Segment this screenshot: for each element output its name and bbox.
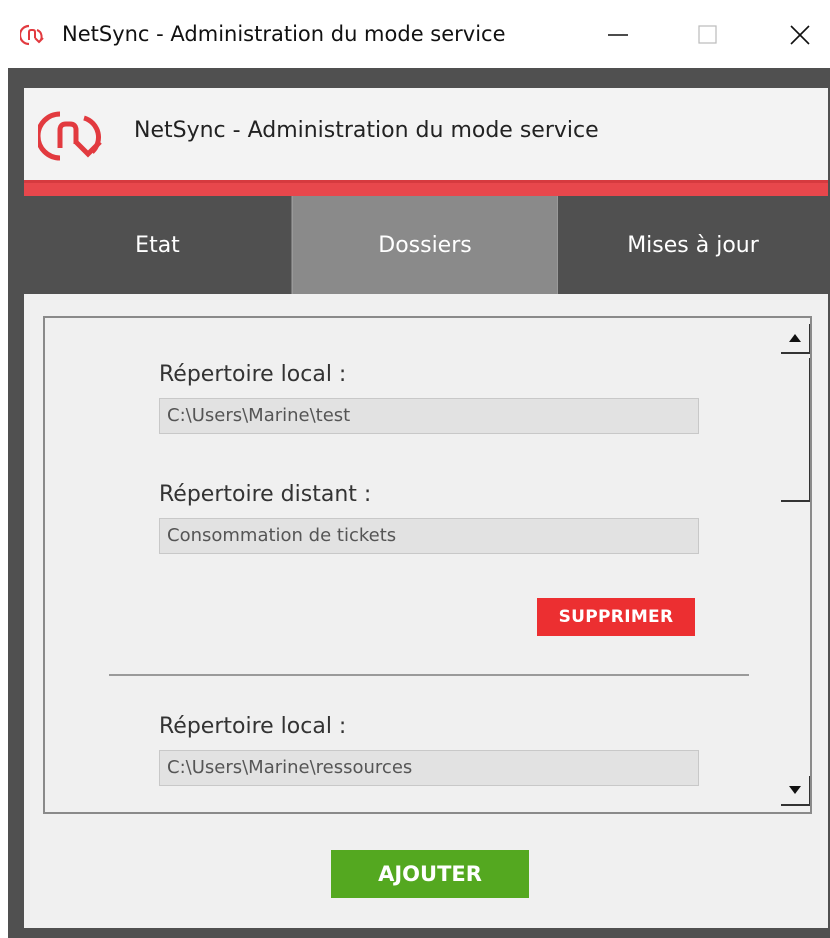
netsync-logo-icon: [38, 111, 102, 161]
netsync-app-icon: [20, 24, 44, 46]
maximize-icon: [698, 25, 717, 44]
arrow-up-icon: [789, 334, 801, 342]
delete-button[interactable]: SUPPRIMER: [537, 598, 695, 636]
folders-panel: Répertoire local : C:\Users\Marine\test …: [43, 316, 812, 814]
tab-bar: Etat Dossiers Mises à jour: [24, 196, 828, 294]
remote-folder-label: Répertoire distant :: [159, 482, 372, 507]
local-folder-label: Répertoire local :: [159, 714, 347, 739]
header-title: NetSync - Administration du mode service: [134, 118, 599, 143]
title-bar: NetSync - Administration du mode service: [0, 0, 830, 68]
local-folder-field[interactable]: C:\Users\Marine\ressources: [159, 750, 699, 786]
add-button[interactable]: AJOUTER: [331, 850, 529, 898]
minimize-icon: [608, 34, 628, 36]
app-header: NetSync - Administration du mode service: [24, 88, 828, 180]
arrow-down-icon: [789, 786, 801, 794]
scrollbar-thumb[interactable]: [781, 358, 810, 502]
maximize-button[interactable]: [680, 10, 736, 60]
local-folder-label: Répertoire local :: [159, 362, 347, 387]
app-window: NetSync - Administration du mode service…: [24, 88, 828, 928]
close-icon: [790, 25, 810, 45]
minimize-button[interactable]: [590, 10, 646, 60]
tab-etat[interactable]: Etat: [24, 196, 292, 294]
tab-mises-a-jour[interactable]: Mises à jour: [558, 196, 828, 294]
remote-folder-field[interactable]: Consommation de tickets: [159, 518, 699, 554]
accent-bar: [24, 180, 828, 196]
local-folder-field[interactable]: C:\Users\Marine\test: [159, 398, 699, 434]
scroll-up-button[interactable]: [781, 324, 810, 354]
close-button[interactable]: [772, 10, 828, 60]
tab-dossiers[interactable]: Dossiers: [292, 196, 558, 294]
window-title: NetSync - Administration du mode service: [62, 22, 506, 46]
scroll-down-button[interactable]: [781, 776, 810, 806]
divider: [109, 674, 749, 676]
